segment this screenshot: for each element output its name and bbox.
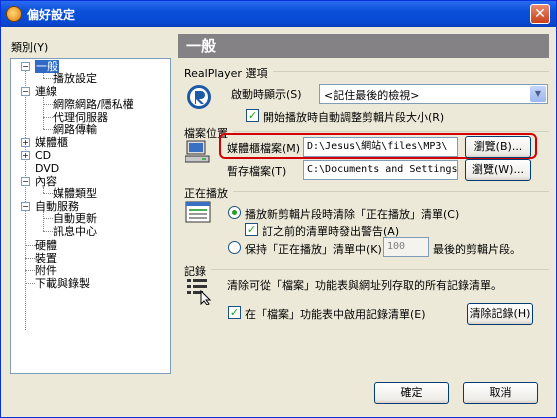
group-divider (233, 131, 549, 132)
browse-media-library-button[interactable]: 瀏覽(B)... (465, 136, 531, 158)
keep-playlist-radio[interactable] (228, 241, 241, 254)
tree-connector (43, 129, 53, 130)
enable-history-checkbox[interactable]: ✓ (228, 306, 241, 319)
keep-playlist-label: 保持「正在播放」清單中(K) (245, 243, 382, 256)
tree-connector (25, 258, 35, 259)
tree-connector (43, 117, 53, 118)
history-description: 清除可從「檔案」功能表與網址列存取的所有記錄清單。 (227, 279, 502, 292)
title-bar[interactable]: 偏好設定 ✕ (1, 1, 556, 27)
media-library-label: 媒體櫃檔案(M) (227, 142, 301, 155)
expand-icon[interactable]: + (21, 151, 30, 160)
playlist-icon (185, 201, 211, 223)
startup-display-label: 啟動時顯示(S) (231, 88, 302, 101)
tree-item-cd[interactable]: CD (35, 149, 51, 162)
tree-item-media-library[interactable]: 媒體櫃 (35, 136, 68, 149)
tree-connector (43, 78, 53, 79)
temp-files-path-field[interactable]: C:\Documents and Settings\pe (303, 160, 458, 180)
startup-display-select[interactable]: <記住最後的檢視> ▼ (319, 84, 548, 104)
collapse-icon[interactable]: − (21, 87, 30, 96)
clear-playlist-label: 播放新剪輯片段時清除「正在播放」清單(C) (245, 208, 460, 221)
panel-header: 一般 (178, 34, 549, 58)
preferences-window: 偏好設定 ✕ 類別(Y) − 一般 播放設定 − 連線 網際網路/隱私權 代理伺… (0, 0, 557, 418)
tree-item-auto-update[interactable]: 自動更新 (53, 212, 97, 225)
category-label: 類別(Y) (11, 41, 49, 54)
auto-resize-checkbox[interactable]: ✓ (246, 109, 259, 122)
computer-drive-icon (184, 139, 213, 163)
collapse-icon[interactable]: − (21, 202, 30, 211)
expand-icon[interactable]: + (21, 138, 30, 147)
realplayer-options-group-label: RealPlayer 選項 (184, 67, 268, 80)
ok-button[interactable]: 確定 (374, 382, 449, 404)
keep-count-field[interactable]: 100 (383, 237, 429, 257)
realplayer-app-icon (6, 6, 22, 22)
tree-connector (25, 245, 35, 246)
tree-item-message-center[interactable]: 訊息中心 (53, 225, 97, 238)
collapse-icon[interactable]: − (21, 62, 30, 71)
startup-display-value: <記住最後的檢視> (324, 89, 420, 102)
warn-before-clear-label: 訂之前的清單時發出警告(A) (262, 225, 400, 238)
clear-history-button[interactable]: 清除記錄(H) (467, 303, 533, 325)
tree-item-connection[interactable]: 連線 (35, 85, 57, 98)
window-title: 偏好設定 (27, 8, 76, 22)
tree-connector (25, 270, 35, 271)
tree-item-dvd[interactable]: DVD (35, 162, 59, 175)
enable-history-label: 在「檔案」功能表中啟用記錄清單(E) (245, 308, 426, 321)
media-library-path-field[interactable]: D:\Jesus\網站\files\MP3\ (303, 137, 458, 157)
tree-item-download-record[interactable]: 下載與錄製 (35, 277, 90, 290)
group-divider (211, 269, 549, 270)
tree-connector (43, 104, 53, 105)
tree-item-media-types[interactable]: 媒體類型 (53, 187, 97, 200)
radio-selected-dot (232, 210, 237, 215)
tree-connector (43, 97, 44, 129)
collapse-icon[interactable]: − (21, 177, 30, 186)
group-divider (273, 71, 549, 72)
category-tree[interactable]: − 一般 播放設定 − 連線 網際網路/隱私權 代理伺服器 網路傳輸 + 媒體櫃… (10, 58, 171, 374)
tree-connector (43, 193, 53, 194)
chevron-down-icon[interactable]: ▼ (530, 86, 546, 102)
tree-item-hardware[interactable]: 硬體 (35, 239, 57, 252)
close-icon: ✕ (534, 6, 546, 22)
now-playing-group-label: 正在播放 (184, 187, 228, 200)
temp-files-label: 暫存檔案(T) (227, 165, 287, 178)
tree-item-accessories[interactable]: 附件 (35, 264, 57, 277)
browse-temp-files-button[interactable]: 瀏覽(W)... (465, 159, 531, 181)
warn-before-clear-checkbox[interactable]: ✓ (245, 223, 258, 236)
realplayer-logo-icon (186, 84, 212, 110)
history-list-icon (185, 277, 213, 306)
auto-resize-label: 開始播放時自動調整剪輯片段大小(R) (263, 111, 445, 124)
cancel-button[interactable]: 取消 (463, 382, 538, 404)
keep-playlist-suffix: 最後的剪輯片段。 (433, 243, 521, 256)
tree-connector (43, 218, 53, 219)
tree-connector (43, 211, 44, 231)
tree-item-internet-privacy[interactable]: 網際網路/隱私權 (53, 98, 134, 111)
tree-connector (25, 283, 35, 284)
tree-connector (25, 71, 26, 330)
clear-playlist-radio[interactable] (228, 206, 241, 219)
tree-item-playback[interactable]: 播放設定 (53, 72, 97, 85)
group-divider (233, 191, 549, 192)
tree-item-network-transport[interactable]: 網路傳輸 (53, 123, 97, 136)
tree-connector (43, 231, 53, 232)
close-button[interactable]: ✕ (530, 4, 550, 24)
